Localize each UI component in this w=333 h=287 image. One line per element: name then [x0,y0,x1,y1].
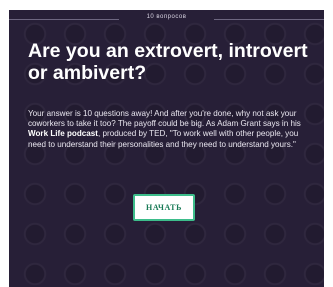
divider-line-right [214,19,324,20]
podcast-name: Work Life podcast [28,129,99,139]
quiz-card: 10 вопросов Are you an extrovert, introv… [9,10,324,287]
quiz-description: Your answer is 10 questions away! And af… [28,109,318,150]
start-quiz-button[interactable]: НАЧАТЬ [133,194,195,221]
question-count-bar: 10 вопросов [9,10,324,28]
quiz-title: Are you an extrovert, introvert or ambiv… [28,40,308,84]
description-text-start: Your answer is 10 questions away! And af… [28,109,301,129]
